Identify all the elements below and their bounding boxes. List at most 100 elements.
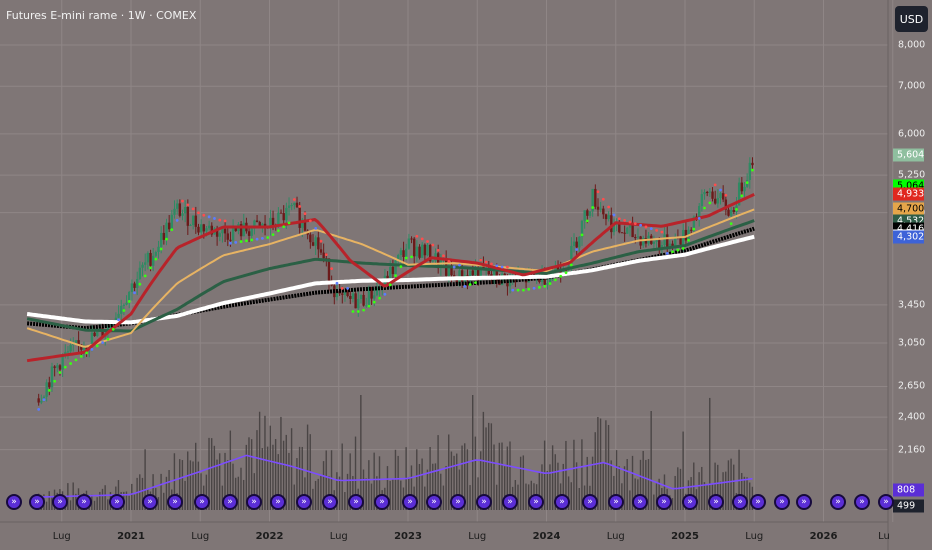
sar-dot: [522, 288, 525, 292]
event-marker-icon[interactable]: »: [374, 494, 390, 510]
event-marker-icon[interactable]: »: [167, 494, 183, 510]
volume-bar: [237, 476, 240, 510]
candle-body: [170, 214, 174, 230]
event-marker-icon[interactable]: »: [109, 494, 125, 510]
candle-body: [655, 240, 658, 242]
currency-button[interactable]: USD: [895, 6, 928, 32]
event-marker-icon[interactable]: »: [322, 494, 338, 510]
x-tick-label: 2023: [394, 531, 422, 542]
sar-dot: [282, 225, 286, 229]
sar-dot: [655, 228, 658, 232]
event-marker-icon[interactable]: »: [528, 494, 544, 510]
sar-dot: [436, 248, 440, 252]
sar-dot: [122, 309, 126, 312]
sar-dot: [346, 286, 350, 290]
volume-bar: [344, 492, 346, 510]
sar-dot: [543, 284, 547, 288]
event-marker-icon[interactable]: »: [450, 494, 466, 510]
candle-body: [626, 227, 629, 234]
sar-dot: [575, 248, 579, 251]
event-marker-icon[interactable]: »: [708, 494, 724, 510]
event-marker-icon[interactable]: »: [76, 494, 92, 510]
event-marker-icon[interactable]: »: [878, 494, 894, 510]
sar-dot: [426, 240, 429, 243]
sar-dot: [617, 217, 621, 221]
event-marker-icon[interactable]: »: [830, 494, 846, 510]
price-chart[interactable]: [0, 0, 932, 550]
candle-body: [50, 366, 54, 388]
candle-body: [261, 223, 264, 226]
event-marker-icon[interactable]: »: [476, 494, 492, 510]
sar-dot: [527, 287, 531, 291]
sar-dot: [687, 238, 690, 242]
event-marker-icon[interactable]: »: [854, 494, 870, 510]
event-marker-icon[interactable]: »: [29, 494, 45, 510]
candle-body: [221, 228, 224, 234]
sar-dot: [639, 223, 643, 227]
candle-body: [719, 193, 722, 198]
candle-body: [82, 347, 86, 350]
event-marker-icon[interactable]: »: [52, 494, 68, 510]
event-marker-icon[interactable]: »: [194, 494, 210, 510]
sar-dot: [490, 262, 493, 266]
volume-bar: [573, 439, 575, 510]
volume-bar: [314, 480, 317, 510]
candle-body: [223, 228, 227, 234]
sar-dot: [745, 181, 749, 185]
volume-bar: [522, 455, 525, 510]
candle-body: [317, 237, 320, 250]
event-marker-icon[interactable]: »: [6, 494, 22, 510]
event-marker-icon[interactable]: »: [796, 494, 812, 510]
event-marker-icon[interactable]: »: [222, 494, 238, 510]
sar-dot: [324, 253, 328, 257]
event-marker-icon[interactable]: »: [142, 494, 158, 510]
event-marker-icon[interactable]: »: [656, 494, 672, 510]
sar-dot: [154, 257, 158, 261]
sar-dot: [245, 239, 248, 243]
event-marker-icon[interactable]: »: [246, 494, 262, 510]
event-marker-icon[interactable]: »: [348, 494, 364, 510]
candle-body: [173, 208, 176, 215]
sar-dot: [165, 237, 168, 241]
sar-dot: [644, 225, 648, 229]
event-marker-icon[interactable]: »: [682, 494, 698, 510]
event-marker-icon[interactable]: »: [296, 494, 312, 510]
volume-bar: [218, 453, 221, 510]
event-marker-icon[interactable]: »: [774, 494, 790, 510]
volume-bar: [242, 479, 245, 510]
event-marker-icon[interactable]: »: [402, 494, 418, 510]
event-marker-icon[interactable]: »: [426, 494, 442, 510]
event-marker-icon[interactable]: »: [270, 494, 286, 510]
candle-body: [183, 207, 187, 214]
sar-dot: [537, 285, 541, 289]
chart-root[interactable]: Futures E-mini rame · 1W · COMEX USD 8,0…: [0, 0, 932, 550]
sar-dot: [53, 379, 57, 383]
candle-body: [575, 241, 578, 248]
sar-dot: [356, 310, 360, 313]
event-marker-icon[interactable]: »: [608, 494, 624, 510]
sar-dot: [101, 341, 104, 344]
sar-dot: [660, 230, 664, 234]
event-marker-icon[interactable]: »: [732, 494, 748, 510]
candle-body: [178, 203, 182, 216]
volume-value-tag: 499: [893, 499, 924, 513]
candle-body: [721, 193, 725, 200]
event-marker-icon[interactable]: »: [632, 494, 648, 510]
event-marker-icon[interactable]: »: [554, 494, 570, 510]
event-marker-icon[interactable]: »: [750, 494, 766, 510]
event-marker-icon[interactable]: »: [582, 494, 598, 510]
y-tick-label: 6,000: [898, 128, 926, 140]
sar-dot: [724, 193, 728, 197]
volume-bar: [650, 411, 652, 510]
candle-body: [48, 382, 51, 388]
event-marker-icon[interactable]: »: [502, 494, 518, 510]
candle-body: [314, 237, 317, 246]
volume-bar: [285, 434, 287, 510]
volume-bar: [546, 471, 548, 510]
sar-dot: [564, 271, 568, 275]
volume-bar: [160, 473, 162, 510]
sar-dot: [90, 347, 94, 351]
candle-body: [327, 258, 331, 283]
volume-bar: [101, 488, 104, 510]
volume-bar: [519, 456, 522, 510]
